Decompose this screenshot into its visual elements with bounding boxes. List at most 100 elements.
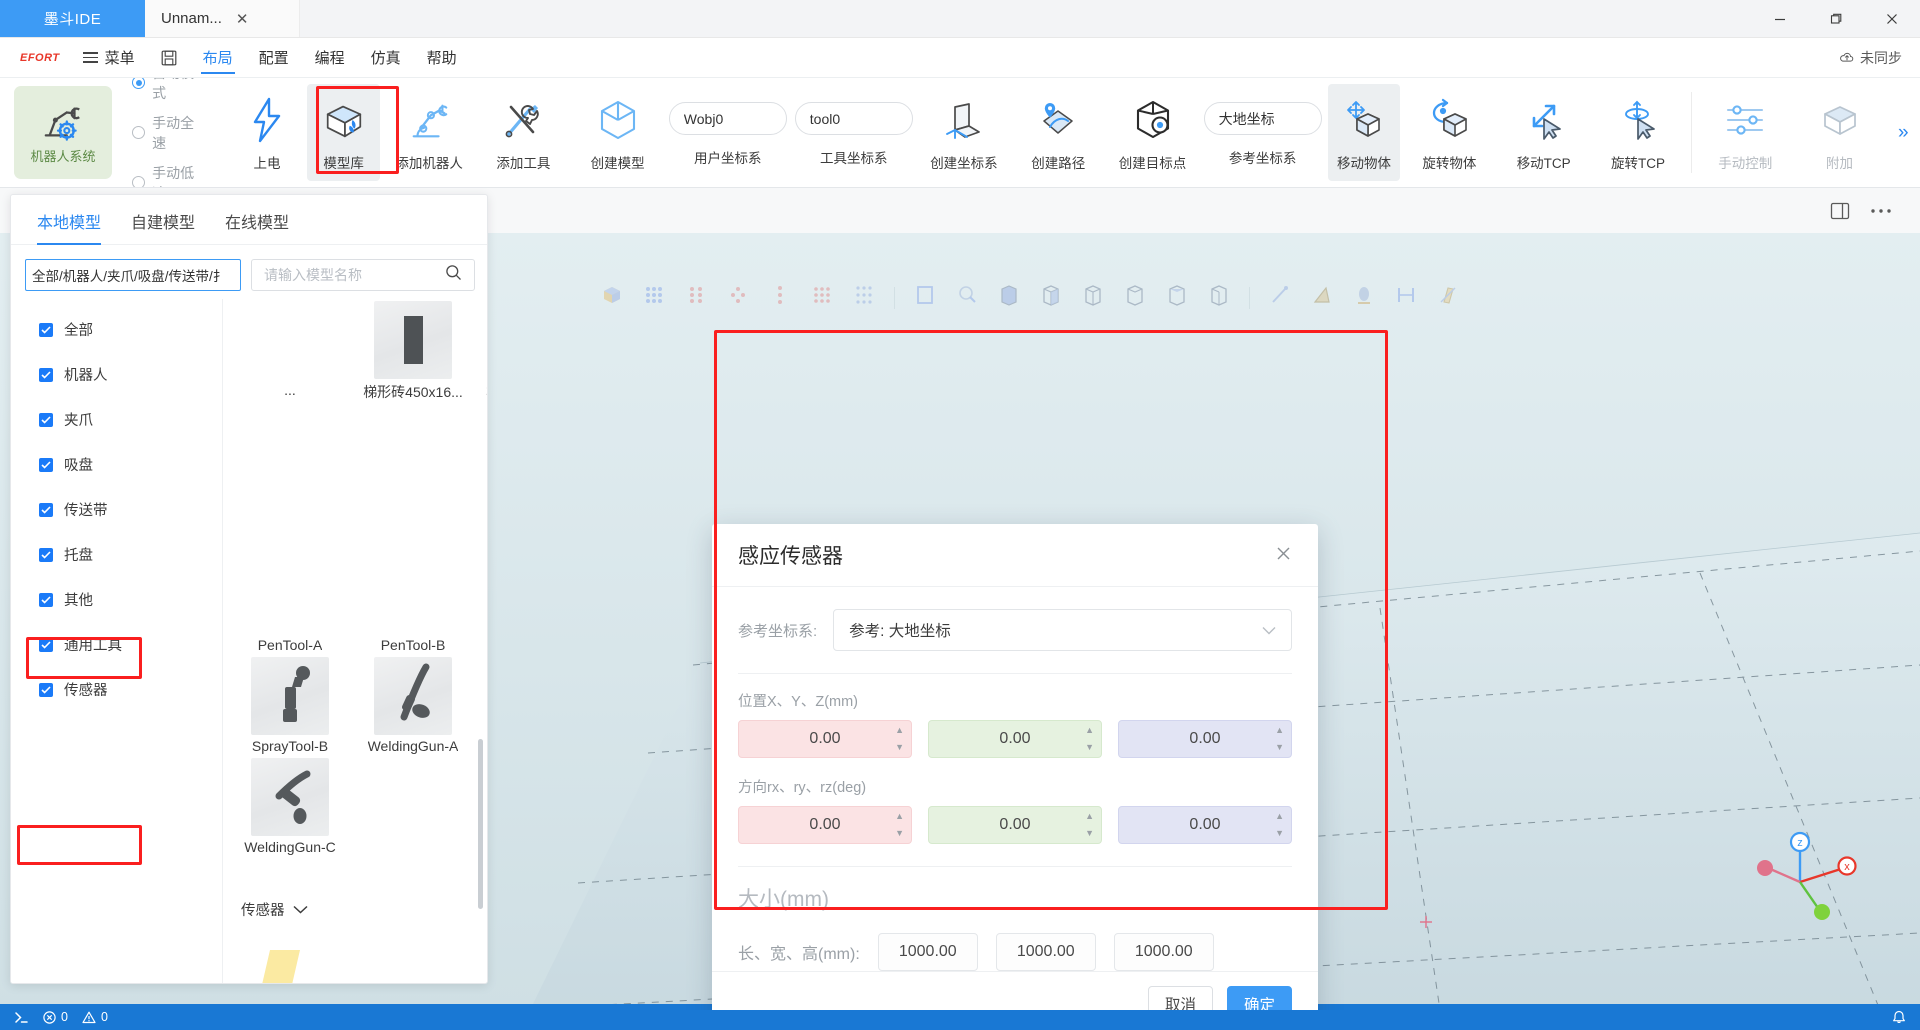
sync-status[interactable]: 未同步	[1839, 48, 1920, 68]
minimize-button[interactable]	[1752, 0, 1808, 37]
cancel-button[interactable]: 取消	[1148, 986, 1213, 1010]
move-tcp-button[interactable]: 移动TCP	[1499, 84, 1589, 181]
category-item-other[interactable]: 其他	[39, 577, 222, 622]
brand-tab[interactable]: 墨斗IDE	[0, 0, 145, 37]
maximize-button[interactable]	[1808, 0, 1864, 37]
search-input[interactable]	[264, 267, 445, 283]
more-horizontal-icon[interactable]	[1870, 208, 1892, 214]
checkbox-icon[interactable]	[39, 323, 53, 337]
size-length-field[interactable]: 1000.00	[878, 933, 978, 971]
menu-button[interactable]: 菜单	[70, 38, 148, 78]
box-wire-a-icon[interactable]	[1081, 283, 1105, 312]
stepper-y[interactable]: ▲▼	[1085, 721, 1094, 757]
measure-angle-icon[interactable]	[1310, 283, 1334, 312]
attach-button[interactable]: 附加	[1794, 84, 1884, 181]
create-target-button[interactable]: 创建目标点	[1107, 84, 1197, 181]
model-cell[interactable]: PenTool-B	[358, 556, 468, 653]
category-item-general-tool[interactable]: 通用工具	[39, 622, 222, 667]
category-item-gripper[interactable]: 夹爪	[39, 397, 222, 442]
dots-grid-blue-icon[interactable]	[642, 283, 666, 312]
model-cell[interactable]: PenTool-A	[235, 556, 345, 653]
model-cell[interactable]: WeldingGun-C	[235, 758, 345, 855]
square-outline-icon[interactable]	[913, 283, 937, 312]
sensor-group-header[interactable]: 传感器	[241, 899, 327, 920]
mode-radio-manual-slow[interactable]: 手动低速	[132, 163, 207, 189]
model-cell[interactable]: WeldingGun-A	[358, 657, 468, 754]
model-grid-scrollbar[interactable]	[478, 739, 483, 909]
dots-grid-red-c-icon[interactable]	[768, 283, 792, 312]
measure-circle-icon[interactable]	[1352, 283, 1376, 312]
tool-frame-input[interactable]	[795, 102, 913, 135]
confirm-button[interactable]: 确定	[1227, 986, 1292, 1010]
model-library-button[interactable]: 模型库	[307, 84, 380, 181]
checkbox-icon[interactable]	[39, 368, 53, 382]
position-y-field[interactable]: 0.00 ▲▼	[928, 720, 1102, 758]
move-object-button[interactable]: 移动物体	[1328, 84, 1401, 181]
dots-grid-red-a-icon[interactable]	[684, 283, 708, 312]
category-item-conveyor[interactable]: 传送带	[39, 487, 222, 532]
menu-tab-simulation[interactable]: 仿真	[358, 38, 414, 78]
stepper-z[interactable]: ▲▼	[1275, 721, 1284, 757]
search-icon[interactable]	[445, 264, 462, 286]
measure-distance-icon[interactable]	[1394, 283, 1418, 312]
magnifier-icon[interactable]	[955, 283, 979, 312]
checkbox-icon[interactable]	[39, 458, 53, 472]
reference-frame-select[interactable]: 参考: 大地坐标	[833, 609, 1292, 651]
add-tool-button[interactable]: 添加工具	[478, 84, 568, 181]
mode-radio-manual-full[interactable]: 手动全速	[132, 113, 207, 153]
measure-line-icon[interactable]	[1268, 283, 1292, 312]
checkbox-icon[interactable]	[39, 593, 53, 607]
category-item-pallet[interactable]: 托盘	[39, 532, 222, 577]
dots-grid-red-b-icon[interactable]	[726, 283, 750, 312]
model-search[interactable]	[251, 259, 475, 291]
orientation-ry-field[interactable]: 0.00 ▲▼	[928, 806, 1102, 844]
stepper-ry[interactable]: ▲▼	[1085, 807, 1094, 843]
mode-radio-auto[interactable]: 自动模式	[132, 78, 207, 103]
bell-icon[interactable]	[1892, 1010, 1906, 1025]
manual-control-button[interactable]: 手动控制	[1700, 84, 1790, 181]
create-path-button[interactable]: 创建路径	[1013, 84, 1103, 181]
tab-local-models[interactable]: 本地模型	[37, 209, 101, 244]
checkbox-icon[interactable]	[39, 503, 53, 517]
power-on-button[interactable]: 上电	[231, 84, 304, 181]
axis-gizmo[interactable]: z x	[1752, 820, 1862, 930]
category-item-suction[interactable]: 吸盘	[39, 442, 222, 487]
stepper-rz[interactable]: ▲▼	[1275, 807, 1284, 843]
measure-plane-icon[interactable]	[1436, 283, 1460, 312]
error-status[interactable]: 0	[43, 1010, 68, 1024]
add-robot-button[interactable]: 添加机器人	[384, 84, 474, 181]
checkbox-icon[interactable]	[39, 683, 53, 697]
close-window-button[interactable]	[1864, 0, 1920, 37]
model-cell[interactable]: 梯形砖450x16...	[358, 301, 468, 402]
category-item-all[interactable]: 全部	[39, 307, 222, 352]
split-view-icon[interactable]	[1830, 202, 1850, 220]
robot-system-button[interactable]: 机器人系统	[14, 86, 112, 179]
position-z-field[interactable]: 0.00 ▲▼	[1118, 720, 1292, 758]
stepper-rx[interactable]: ▲▼	[895, 807, 904, 843]
orientation-rz-field[interactable]: 0.00 ▲▼	[1118, 806, 1292, 844]
user-frame-input[interactable]	[669, 102, 787, 135]
save-button[interactable]	[148, 49, 190, 67]
menu-tab-layout[interactable]: 布局	[190, 38, 246, 78]
rotate-object-button[interactable]: 旋转物体	[1404, 84, 1494, 181]
menu-tab-config[interactable]: 配置	[246, 38, 302, 78]
stepper-x[interactable]: ▲▼	[895, 721, 904, 757]
model-cell[interactable]: 梯形砖550x18...	[481, 301, 487, 402]
close-icon[interactable]: ✕	[236, 10, 249, 28]
tab-online-models[interactable]: 在线模型	[225, 209, 289, 244]
model-cell[interactable]: ...	[235, 301, 345, 402]
warning-status[interactable]: 0	[82, 1010, 108, 1024]
box-wire-c-icon[interactable]	[1165, 283, 1189, 312]
menu-tab-help[interactable]: 帮助	[414, 38, 470, 78]
checkbox-icon[interactable]	[39, 413, 53, 427]
create-model-button[interactable]: 创建模型	[573, 84, 663, 181]
box-side-icon[interactable]	[1039, 283, 1063, 312]
tab-custom-models[interactable]: 自建模型	[131, 209, 195, 244]
dots-grid-red-d-icon[interactable]	[810, 283, 834, 312]
sensor-model-cell[interactable]: 传感器	[241, 942, 327, 984]
box-wire-b-icon[interactable]	[1123, 283, 1147, 312]
category-item-sensor[interactable]: 传感器	[39, 667, 222, 712]
rotate-tcp-button[interactable]: 旋转TCP	[1593, 84, 1683, 181]
menu-tab-programming[interactable]: 编程	[302, 38, 358, 78]
category-item-robot[interactable]: 机器人	[39, 352, 222, 397]
